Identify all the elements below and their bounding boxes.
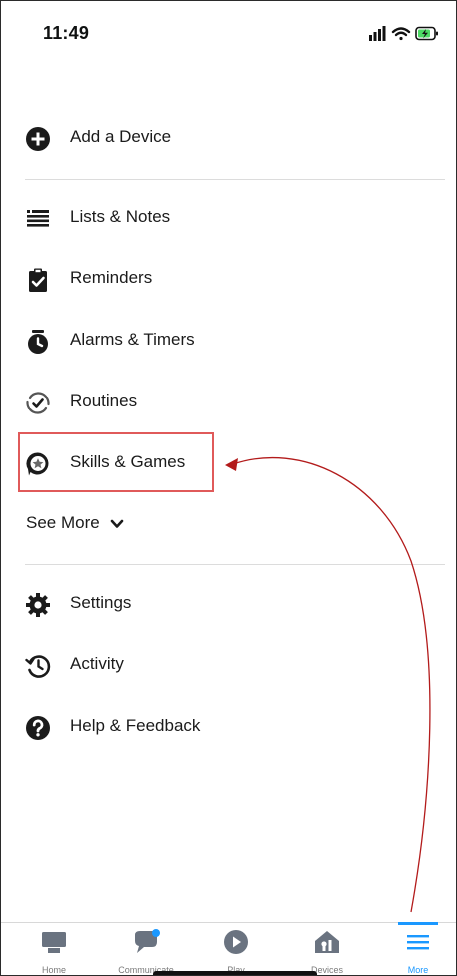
chevron-down-icon bbox=[111, 519, 124, 528]
active-tab-indicator bbox=[398, 922, 438, 925]
more-icon bbox=[407, 935, 429, 950]
tab-more[interactable]: More bbox=[378, 923, 456, 975]
divider bbox=[25, 179, 445, 180]
home-icon bbox=[42, 932, 66, 953]
menu-item-skills-games[interactable]: Skills & Games bbox=[1, 435, 456, 491]
see-more-label: See More bbox=[26, 513, 100, 532]
tab-label: Home bbox=[41, 965, 66, 975]
menu-item-settings[interactable]: Settings bbox=[1, 576, 456, 632]
menu-item-label: Alarms & Timers bbox=[70, 330, 195, 349]
app-frame: 11:49 Add a Device Lists & Notes Reminde… bbox=[0, 0, 457, 976]
menu-item-label: Help & Feedback bbox=[70, 716, 201, 735]
communicate-icon bbox=[135, 929, 160, 953]
see-more-button[interactable]: See More bbox=[26, 513, 124, 533]
tab-devices[interactable]: Devices bbox=[287, 923, 367, 975]
menu-item-alarms-timers[interactable]: Alarms & Timers bbox=[1, 313, 456, 369]
tab-label: More bbox=[407, 965, 429, 975]
menu-item-label: Settings bbox=[70, 593, 132, 612]
alarm-icon bbox=[28, 330, 48, 354]
menu-item-label: Activity bbox=[70, 654, 124, 673]
devices-icon bbox=[315, 931, 339, 953]
status-icons bbox=[369, 26, 438, 41]
divider bbox=[25, 564, 445, 565]
help-icon bbox=[26, 716, 50, 740]
add-device-icon bbox=[26, 127, 50, 151]
list-icon bbox=[27, 210, 49, 227]
menu-item-label: Skills & Games bbox=[70, 452, 186, 471]
bottom-tab-bar: Home Communicate Play Devices More bbox=[1, 922, 456, 975]
menu-item-label: Reminders bbox=[70, 268, 153, 287]
menu-item-label: Routines bbox=[70, 391, 138, 410]
menu-item-label: Add a Device bbox=[70, 127, 172, 146]
home-indicator bbox=[153, 971, 317, 975]
menu-item-routines[interactable]: Routines bbox=[1, 374, 456, 430]
tab-communicate[interactable]: Communicate bbox=[106, 923, 186, 975]
status-bar: 11:49 bbox=[1, 1, 456, 61]
menu-item-reminders[interactable]: Reminders bbox=[1, 251, 456, 307]
menu-item-add-device[interactable]: Add a Device bbox=[1, 110, 456, 166]
menu-item-label: Lists & Notes bbox=[70, 207, 171, 226]
skills-icon bbox=[26, 452, 49, 476]
reminder-icon bbox=[29, 268, 47, 292]
tab-home[interactable]: Home bbox=[14, 923, 94, 975]
tab-play[interactable]: Play bbox=[196, 923, 276, 975]
routines-icon bbox=[26, 392, 50, 414]
status-time: 11:49 bbox=[43, 23, 90, 43]
wifi-icon bbox=[391, 27, 411, 41]
activity-icon bbox=[25, 655, 51, 678]
menu-item-lists-notes[interactable]: Lists & Notes bbox=[1, 190, 456, 246]
menu-item-help-feedback[interactable]: Help & Feedback bbox=[1, 699, 456, 755]
menu-item-activity[interactable]: Activity bbox=[1, 637, 456, 693]
settings-icon bbox=[26, 593, 50, 617]
battery-icon bbox=[415, 26, 438, 41]
signal-icon bbox=[369, 26, 386, 41]
play-icon bbox=[224, 930, 248, 954]
